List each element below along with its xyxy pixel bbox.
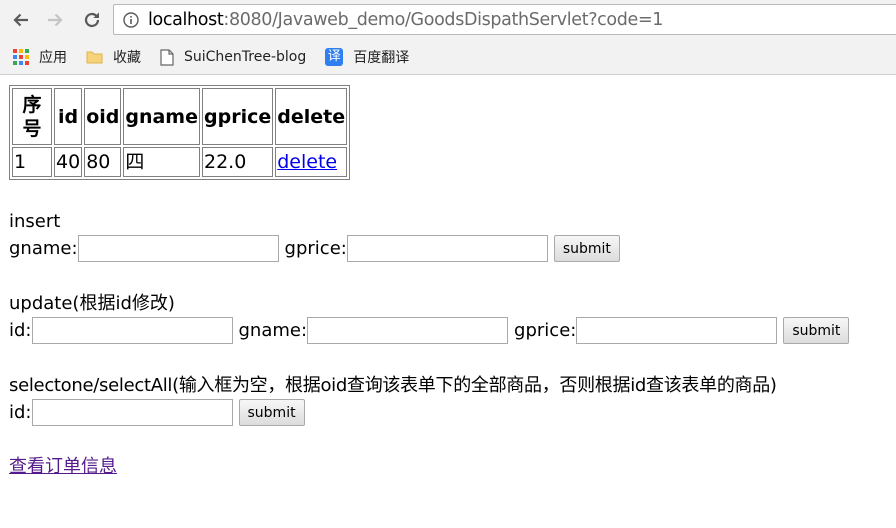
cell-oid: 80 bbox=[84, 147, 122, 177]
select-form: id: submit bbox=[9, 399, 305, 426]
insert-submit-button[interactable]: submit bbox=[553, 235, 620, 262]
cell-delete: delete bbox=[275, 147, 348, 177]
select-id-input[interactable] bbox=[31, 399, 233, 426]
order-link-container: 查看订单信息 bbox=[9, 455, 117, 479]
cell-seq: 1 bbox=[12, 147, 52, 177]
insert-form: gname: gprice: submit bbox=[9, 235, 620, 262]
reload-button[interactable] bbox=[77, 5, 107, 35]
table-row: 1 40 80 四 22.0 delete bbox=[12, 147, 348, 177]
update-gprice-input[interactable] bbox=[576, 317, 778, 344]
forward-button[interactable] bbox=[40, 5, 70, 35]
bookmark-suichentree-blog[interactable]: SuiChenTree-blog bbox=[160, 48, 307, 66]
update-submit-button[interactable]: submit bbox=[783, 317, 850, 344]
bookmark-baidu-translate[interactable]: 译 百度翻译 bbox=[325, 47, 409, 67]
insert-title: insert bbox=[9, 211, 61, 232]
col-header-id: id bbox=[54, 88, 83, 145]
insert-gprice-input[interactable] bbox=[346, 235, 548, 262]
url-host: localhost bbox=[148, 9, 224, 30]
update-title: update(根据id修改) bbox=[9, 293, 175, 314]
bookmark-label: 应用 bbox=[39, 50, 67, 66]
translate-icon: 译 bbox=[325, 48, 344, 66]
back-arrow-icon bbox=[13, 13, 28, 27]
select-title: selectone/selectAll(输入框为空，根据oid查询该表单下的全部… bbox=[9, 375, 777, 396]
bookmark-label: 收藏 bbox=[113, 50, 141, 66]
cell-gprice: 22.0 bbox=[202, 147, 274, 177]
bookmark-label: SuiChenTree-blog bbox=[184, 49, 307, 65]
col-header-delete: delete bbox=[275, 88, 348, 145]
reload-icon bbox=[84, 12, 100, 28]
browser-toolbar: localhost:8080/Javaweb_demo/GoodsDispath… bbox=[0, 0, 896, 40]
url-path: :8080/Javaweb_demo/GoodsDispathServlet?c… bbox=[223, 9, 664, 30]
col-header-gname: gname bbox=[123, 88, 200, 145]
apps-grid-icon bbox=[13, 49, 29, 65]
cell-gname: 四 bbox=[123, 147, 200, 177]
bookmark-apps[interactable]: 应用 bbox=[13, 47, 67, 67]
insert-gname-input[interactable] bbox=[77, 235, 279, 262]
address-bar[interactable]: localhost:8080/Javaweb_demo/GoodsDispath… bbox=[113, 4, 896, 35]
table-header-row: 序号 id oid gname gprice delete bbox=[12, 88, 348, 145]
bookmark-favorites[interactable]: 收藏 bbox=[86, 47, 141, 67]
update-gname-label: gname: bbox=[238, 320, 308, 341]
update-form: id: gname: gprice: submit bbox=[9, 317, 850, 344]
select-id-label: id: bbox=[9, 402, 32, 423]
page-icon bbox=[160, 48, 174, 66]
bookmark-label: 百度翻译 bbox=[353, 50, 410, 66]
col-header-oid: oid bbox=[84, 88, 122, 145]
update-gprice-label: gprice: bbox=[514, 320, 577, 341]
insert-gname-label: gname: bbox=[9, 238, 78, 259]
forward-arrow-icon bbox=[48, 13, 63, 27]
update-id-input[interactable] bbox=[31, 317, 233, 344]
select-submit-button[interactable]: submit bbox=[238, 399, 305, 426]
col-header-gprice: gprice bbox=[202, 88, 274, 145]
update-gname-input[interactable] bbox=[307, 317, 509, 344]
url-text: localhost:8080/Javaweb_demo/GoodsDispath… bbox=[148, 10, 663, 30]
cell-id: 40 bbox=[54, 147, 83, 177]
delete-link[interactable]: delete bbox=[277, 151, 337, 173]
col-header-seq: 序号 bbox=[12, 88, 52, 145]
goods-table: 序号 id oid gname gprice delete 1 40 80 四 … bbox=[9, 85, 351, 180]
translate-icon-glyph: 译 bbox=[325, 48, 344, 66]
update-id-label: id: bbox=[9, 320, 32, 341]
back-button[interactable] bbox=[6, 5, 36, 35]
folder-icon bbox=[86, 49, 103, 65]
info-icon[interactable] bbox=[123, 11, 139, 28]
insert-gprice-label: gprice: bbox=[284, 238, 347, 259]
bookmarks-bar: 应用 收藏 SuiChenTree-blog 译 百度翻译 bbox=[0, 40, 896, 75]
view-orders-link[interactable]: 查看订单信息 bbox=[9, 456, 117, 477]
